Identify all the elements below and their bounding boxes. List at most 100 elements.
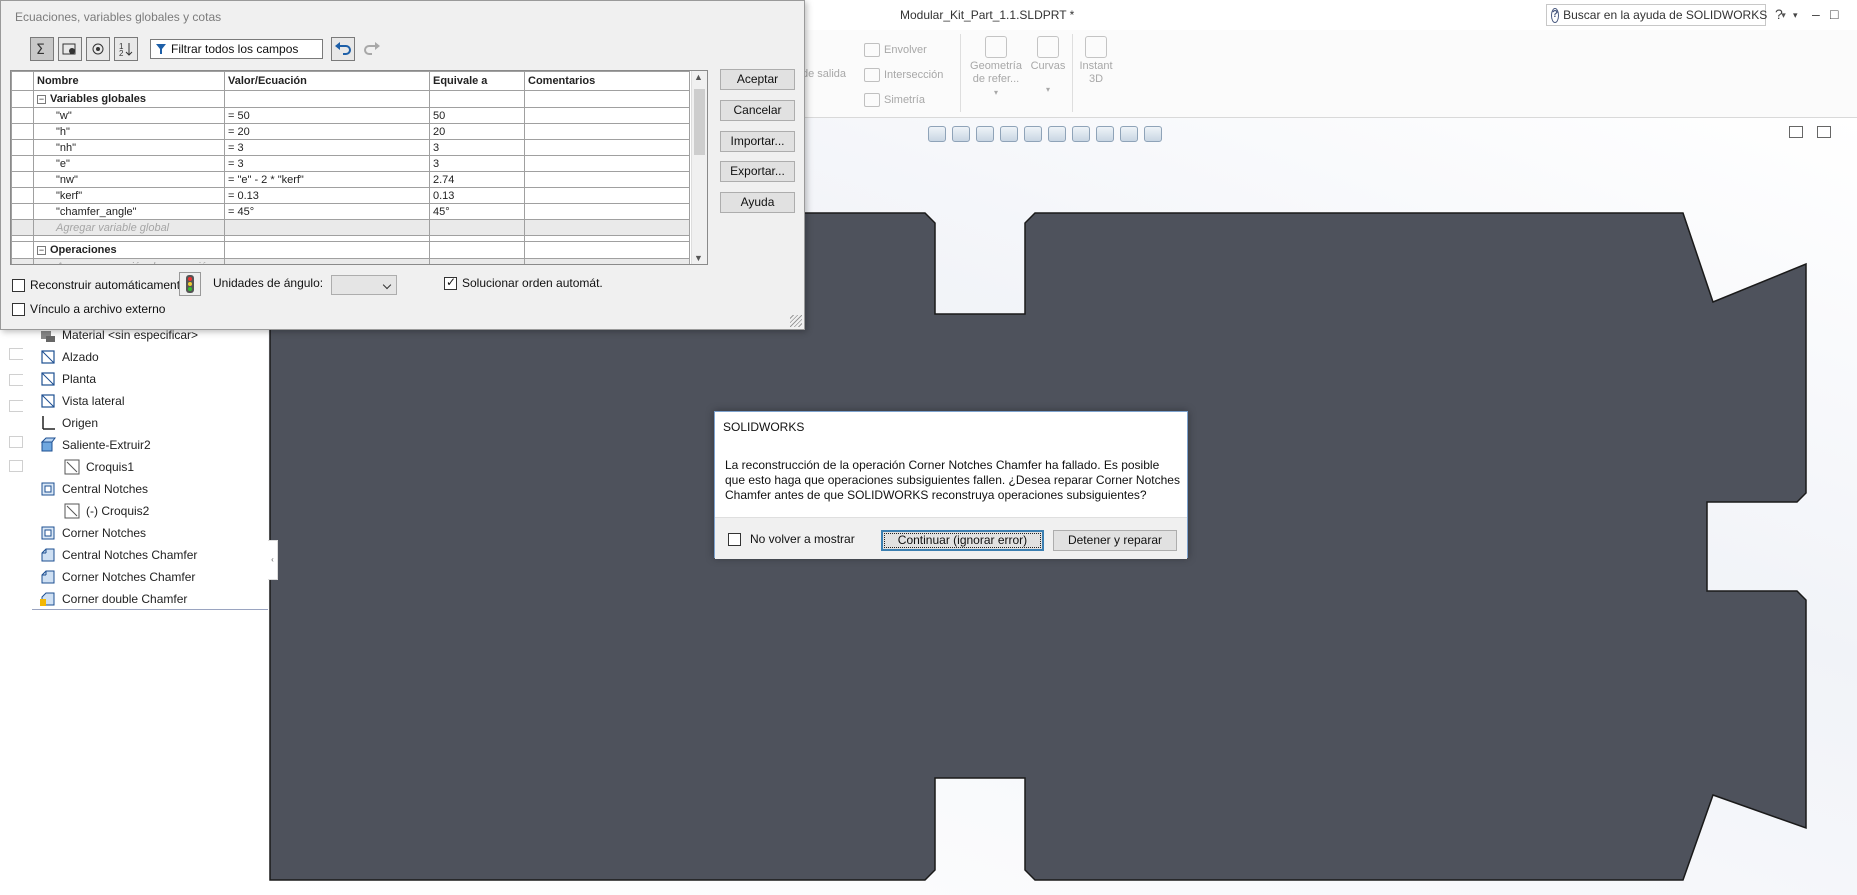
value-cell[interactable]: = 20 bbox=[224, 123, 430, 140]
ribbon-envolver[interactable]: Envolver bbox=[864, 43, 927, 57]
row-selector[interactable] bbox=[11, 241, 34, 259]
dont-show-checkbox[interactable]: No volver a mostrar bbox=[728, 532, 855, 546]
rollback-bar[interactable] bbox=[32, 609, 268, 610]
row-selector[interactable] bbox=[11, 187, 34, 204]
row-selector[interactable] bbox=[11, 258, 34, 264]
comment-cell[interactable] bbox=[524, 139, 690, 156]
equations-table[interactable]: Nombre Valor/Ecuación Equivale a Comenta… bbox=[10, 70, 708, 265]
value-cell[interactable]: = 3 bbox=[224, 139, 430, 156]
comment-cell[interactable] bbox=[524, 155, 690, 172]
table-scrollbar[interactable]: ▲ ▼ bbox=[691, 71, 707, 264]
hide-show-icon[interactable] bbox=[1072, 126, 1090, 142]
add-operation-row[interactable]: Agregar supresión de operación bbox=[11, 258, 690, 264]
column-header-value[interactable]: Valor/Ecuación bbox=[224, 71, 430, 91]
continue-button[interactable]: Continuar (ignorar error) bbox=[881, 530, 1044, 551]
value-cell[interactable]: = "e" - 2 * "kerf" bbox=[224, 171, 430, 188]
comment-cell[interactable] bbox=[524, 171, 690, 188]
row-selector[interactable] bbox=[11, 90, 34, 108]
help-dropdown-icon[interactable]: ▾ bbox=[1793, 10, 1798, 21]
import-button[interactable]: Importar... bbox=[720, 131, 795, 152]
tree-item[interactable]: Central Notches Chamfer bbox=[40, 547, 197, 563]
add-global-row[interactable]: Agregar variable global bbox=[11, 219, 690, 236]
view-orientation-icon[interactable] bbox=[1024, 126, 1042, 142]
auto-rebuild-checkbox[interactable]: Reconstruir automáticament bbox=[12, 278, 180, 292]
equation-view-button[interactable]: Σ bbox=[30, 37, 54, 61]
auto-rebuild-box[interactable] bbox=[12, 278, 25, 292]
table-row[interactable]: "kerf" = 0.13 0.13 bbox=[11, 187, 690, 204]
dimension-view-button[interactable] bbox=[86, 37, 110, 61]
row-selector[interactable] bbox=[11, 139, 34, 156]
collapse-icon[interactable]: − bbox=[37, 246, 46, 255]
help-question-icon[interactable]: ? bbox=[1775, 6, 1783, 22]
tree-item[interactable]: Vista lateral bbox=[40, 393, 124, 409]
help-button[interactable]: Ayuda bbox=[720, 192, 795, 213]
add-operation-placeholder[interactable]: Agregar supresión de operación bbox=[33, 258, 225, 264]
tree-item[interactable]: Saliente-Extruir2 bbox=[40, 437, 151, 453]
undo-icon[interactable] bbox=[331, 37, 355, 61]
ribbon-curvas[interactable]: Curvas ▾ bbox=[1028, 36, 1068, 96]
group-row-globals[interactable]: − Variables globales bbox=[11, 90, 690, 108]
column-header-comments[interactable]: Comentarios bbox=[524, 71, 690, 91]
collapse-icon[interactable]: − bbox=[37, 95, 46, 104]
value-cell[interactable]: = 50 bbox=[224, 107, 430, 124]
variable-name-cell[interactable]: "chamfer_angle" bbox=[33, 203, 225, 220]
external-link-checkbox[interactable]: Vínculo a archivo externo bbox=[12, 302, 165, 316]
tree-item[interactable]: Origen bbox=[40, 415, 98, 431]
row-selector[interactable] bbox=[11, 219, 34, 236]
apply-scene-icon[interactable] bbox=[1120, 126, 1138, 142]
table-row[interactable]: "h" = 20 20 bbox=[11, 123, 690, 140]
stop-repair-button[interactable]: Detener y reparar bbox=[1053, 530, 1177, 551]
redo-icon[interactable] bbox=[360, 37, 384, 61]
display-style-icon[interactable] bbox=[1048, 126, 1066, 142]
comment-cell[interactable] bbox=[524, 123, 690, 140]
variable-name-cell[interactable]: "kerf" bbox=[33, 187, 225, 204]
view-settings-icon[interactable] bbox=[1144, 126, 1162, 142]
comment-cell[interactable] bbox=[524, 203, 690, 220]
sketch-equation-view-button[interactable] bbox=[58, 37, 82, 61]
cancel-button[interactable]: Cancelar bbox=[720, 100, 795, 121]
value-cell[interactable]: = 0.13 bbox=[224, 187, 430, 204]
auto-order-box[interactable] bbox=[444, 275, 457, 290]
ribbon-simetria[interactable]: Simetría bbox=[864, 93, 925, 107]
row-selector[interactable] bbox=[11, 171, 34, 188]
auto-order-checkbox[interactable]: Solucionar orden automát. bbox=[444, 275, 603, 290]
table-row[interactable]: "e" = 33 bbox=[11, 155, 690, 172]
external-link-box[interactable] bbox=[12, 302, 25, 316]
table-row[interactable]: "nw" = "e" - 2 * "kerf" 2.74 bbox=[11, 171, 690, 188]
zoom-area-icon[interactable] bbox=[952, 126, 970, 142]
value-cell[interactable]: = 3 bbox=[224, 155, 430, 172]
row-selector[interactable] bbox=[11, 123, 34, 140]
previous-view-icon[interactable] bbox=[976, 126, 994, 142]
value-cell[interactable]: = 45° bbox=[224, 203, 430, 220]
column-header-name[interactable]: Nombre bbox=[33, 71, 225, 91]
group-label[interactable]: − Variables globales bbox=[33, 90, 225, 108]
comment-cell[interactable] bbox=[524, 187, 690, 204]
export-button[interactable]: Exportar... bbox=[720, 161, 795, 182]
ribbon-geometria[interactable]: Geometría de refer... ▾ bbox=[966, 36, 1026, 99]
edit-appearance-icon[interactable] bbox=[1096, 126, 1114, 142]
add-global-placeholder[interactable]: Agregar variable global bbox=[33, 219, 225, 236]
panel-collapse-right-icon[interactable] bbox=[1817, 126, 1831, 138]
scroll-down-icon[interactable]: ▼ bbox=[694, 253, 703, 263]
column-header-eval[interactable]: Equivale a bbox=[429, 71, 525, 91]
tree-item[interactable]: Alzado bbox=[40, 349, 99, 365]
minimize-icon[interactable]: – bbox=[1812, 6, 1820, 22]
variable-name-cell[interactable]: "h" bbox=[33, 123, 225, 140]
variable-name-cell[interactable]: "w" bbox=[33, 107, 225, 124]
section-view-icon[interactable] bbox=[1000, 126, 1018, 142]
tree-item[interactable]: (-) Croquis2 bbox=[64, 503, 149, 519]
panel-collapse-left-icon[interactable] bbox=[1789, 126, 1803, 138]
scroll-thumb[interactable] bbox=[694, 89, 705, 155]
select-column-header[interactable] bbox=[11, 71, 34, 91]
tree-item[interactable]: Corner Notches Chamfer bbox=[40, 569, 195, 585]
group-row-operations[interactable]: − Operaciones bbox=[11, 241, 690, 259]
help-search-box[interactable]: ? Buscar en la ayuda de SOLIDWORKS ▾ bbox=[1546, 4, 1786, 26]
table-row[interactable]: "nh" = 33 bbox=[11, 139, 690, 156]
tree-item[interactable]: Corner double Chamfer bbox=[40, 591, 187, 607]
angle-units-select[interactable] bbox=[331, 275, 397, 295]
variable-name-cell[interactable]: "e" bbox=[33, 155, 225, 172]
zoom-fit-icon[interactable] bbox=[928, 126, 946, 142]
comment-cell[interactable] bbox=[524, 107, 690, 124]
tree-item[interactable]: Croquis1 bbox=[64, 459, 134, 475]
tree-item[interactable]: Corner Notches bbox=[40, 525, 146, 541]
